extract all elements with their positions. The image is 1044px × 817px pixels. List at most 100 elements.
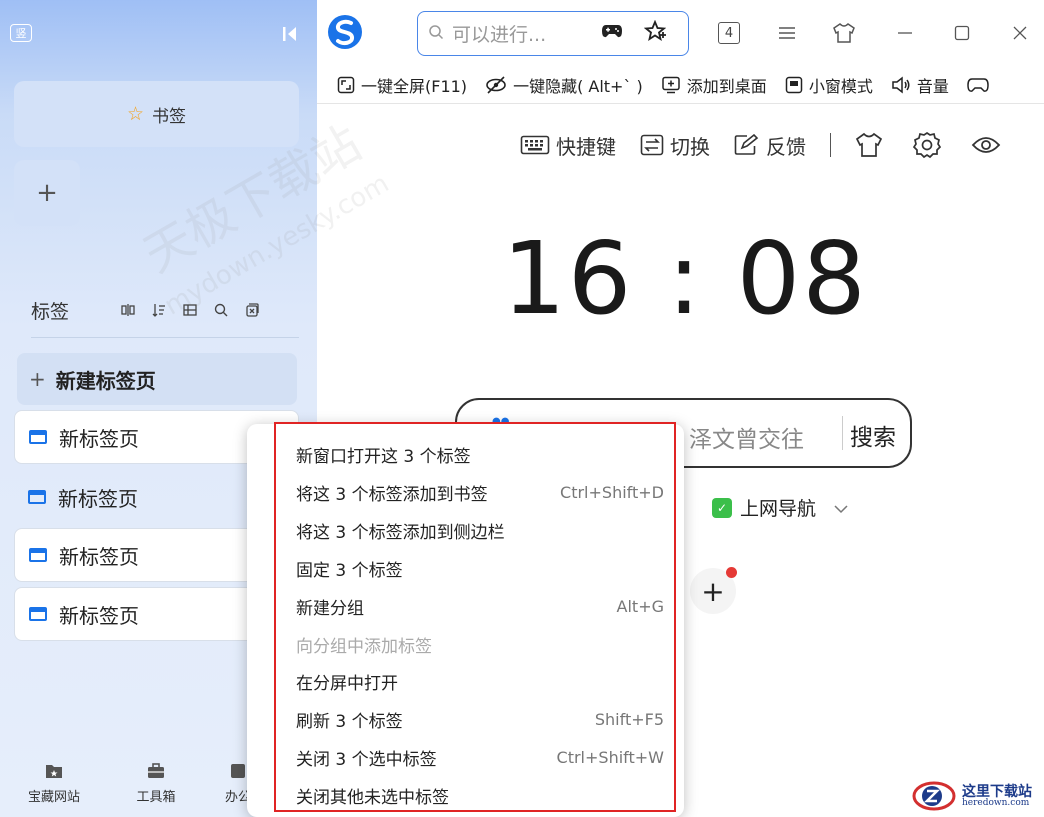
menu-item-pin[interactable]: 固定 3 个标签 <box>296 549 664 587</box>
tab-page-icon <box>28 490 46 504</box>
keyboard-icon <box>520 135 550 155</box>
web-nav-link[interactable]: ✓ 上网导航 <box>712 494 848 521</box>
switch-button[interactable]: 切换 <box>640 131 710 160</box>
bottom-item-label: 工具箱 <box>136 790 176 805</box>
tab-label: 新标签页 <box>59 603 139 628</box>
add-desktop-button[interactable]: 添加到桌面 <box>661 73 767 97</box>
tab-label: 新标签页 <box>59 544 139 569</box>
fullscreen-button[interactable]: 一键全屏(F11) <box>337 73 467 97</box>
search-button[interactable]: 搜索 <box>850 418 896 452</box>
menu-item-label: 将这 3 个标签添加到侧边栏 <box>296 522 505 543</box>
collapse-sidebar-icon[interactable] <box>280 24 300 44</box>
switch-label: 切换 <box>670 134 710 159</box>
skin-icon[interactable] <box>829 18 859 48</box>
heredown-logo-icon <box>912 781 956 811</box>
skin-icon[interactable] <box>855 132 883 158</box>
tab-label: 新标签页 <box>58 486 138 511</box>
nav-label: 上网导航 <box>740 498 817 520</box>
feedback-button[interactable]: 反馈 <box>734 131 806 160</box>
notification-dot <box>726 567 737 578</box>
grid-icon[interactable] <box>176 298 204 322</box>
close-icon[interactable] <box>1005 18 1035 48</box>
plus-icon: + <box>29 367 46 391</box>
hide-label: 一键隐藏( Alt+` ) <box>513 76 643 96</box>
star-icon: ☆ <box>126 103 145 125</box>
fullscreen-label: 一键全屏(F11) <box>361 76 468 96</box>
split-icon[interactable] <box>114 298 142 322</box>
eye-icon[interactable] <box>971 134 1001 156</box>
hide-button[interactable]: 一键隐藏( Alt+` ) <box>485 73 643 97</box>
site-logo: 这里下载站 heredown.com <box>912 778 1042 814</box>
tab-page-icon <box>29 548 47 562</box>
bookmark-label: 书签 <box>152 106 187 127</box>
hide-icon <box>486 75 506 94</box>
mini-window-label: 小窗模式 <box>808 76 873 96</box>
menu-item-add-sidebar[interactable]: 将这 3 个标签添加到侧边栏 <box>296 511 664 549</box>
menu-item-split-screen[interactable]: 在分屏中打开 <box>296 662 664 700</box>
search-placeholder: 可以进行... <box>452 24 547 46</box>
search-icon <box>428 23 444 45</box>
divider <box>842 416 843 450</box>
menu-item-shortcut: Alt+G <box>616 596 664 616</box>
add-desktop-label: 添加到桌面 <box>686 76 767 96</box>
menu-item-shortcut: Shift+F5 <box>594 709 664 729</box>
menu-item-label: 关闭 3 个选中标签 <box>296 749 437 770</box>
new-tab-button[interactable]: + 新建标签页 <box>17 353 297 405</box>
office-icon <box>231 764 245 778</box>
mini-window-icon <box>785 76 803 93</box>
tabs-header: 标签 <box>31 296 299 324</box>
new-tab-label: 新建标签页 <box>55 368 156 393</box>
more-button[interactable] <box>967 76 989 94</box>
favorite-add-icon[interactable] <box>643 19 667 47</box>
site-logo-text: 这里下载站 heredown.com <box>962 785 1032 808</box>
menu-item-shortcut: Ctrl+Shift+W <box>556 747 664 767</box>
menu-item-add-bookmarks[interactable]: 将这 3 个标签添加到书签 Ctrl+Shift+D <box>296 473 664 511</box>
sort-icon[interactable] <box>145 298 173 322</box>
menu-item-refresh[interactable]: 刷新 3 个标签 Shift+F5 <box>296 700 664 738</box>
title-bar: 可以进行... 4 <box>317 0 1044 66</box>
menu-item-open-new-window[interactable]: 新窗口打开这 3 个标签 <box>296 435 664 473</box>
gamepad-icon <box>967 77 989 92</box>
menu-item-new-group[interactable]: 新建分组 Alt+G <box>296 587 664 625</box>
address-search-input[interactable]: 可以进行... <box>417 11 689 56</box>
feedback-label: 反馈 <box>766 134 806 159</box>
bottom-item-toolbox[interactable]: 工具箱 <box>116 762 196 805</box>
shortcuts-button[interactable]: 快捷键 <box>520 131 616 160</box>
menu-item-close-others[interactable]: 关闭其他未选中标签 <box>296 776 664 814</box>
tab-page-icon <box>29 607 47 621</box>
mini-window-button[interactable]: 小窗模式 <box>785 73 873 97</box>
search-icon[interactable] <box>207 298 235 322</box>
settings-gear-icon[interactable] <box>913 131 941 159</box>
menu-item-label: 向分组中添加标签 <box>296 636 432 657</box>
clock: 16 : 08 <box>502 220 868 337</box>
vertical-tab-toggle[interactable]: 竖 <box>10 24 32 42</box>
toolbox-icon <box>148 763 164 778</box>
volume-button[interactable]: 音量 <box>891 73 949 97</box>
gamepad-icon[interactable] <box>600 22 624 45</box>
menu-item-close-selected[interactable]: 关闭 3 个选中标签 Ctrl+Shift+W <box>296 738 664 776</box>
minimize-icon[interactable] <box>890 18 920 48</box>
feedback-icon <box>734 134 759 155</box>
tabs-title: 标签 <box>31 300 70 323</box>
bottom-item-label: 宝藏网站 <box>27 790 80 805</box>
chevron-down-icon[interactable] <box>834 497 848 519</box>
menu-icon[interactable] <box>772 18 802 48</box>
tab-page-icon <box>29 430 47 444</box>
tab-count-button[interactable]: 4 <box>714 18 744 48</box>
menu-item-label: 新窗口打开这 3 个标签 <box>296 446 471 467</box>
menu-item-label: 将这 3 个标签添加到书签 <box>296 484 488 505</box>
star-box-icon <box>46 765 62 778</box>
maximize-icon[interactable] <box>947 18 977 48</box>
close-tabs-icon[interactable] <box>238 298 266 322</box>
menu-item-label: 固定 3 个标签 <box>296 560 403 581</box>
browser-logo-icon <box>328 15 362 49</box>
quick-toolbar: 一键全屏(F11) 一键隐藏( Alt+` ) 添加到桌面 小窗模式 音量 <box>317 66 1044 104</box>
menu-item-shortcut: Ctrl+Shift+D <box>560 482 664 502</box>
add-shortcut-card[interactable]: + <box>14 160 80 226</box>
switch-icon <box>640 134 664 156</box>
bottom-item-treasure[interactable]: 宝藏网站 <box>14 762 94 805</box>
volume-label: 音量 <box>916 76 949 96</box>
bookmark-card[interactable]: ☆ 书签 <box>14 81 299 147</box>
volume-icon <box>892 75 910 94</box>
add-desktop-icon <box>662 76 680 93</box>
